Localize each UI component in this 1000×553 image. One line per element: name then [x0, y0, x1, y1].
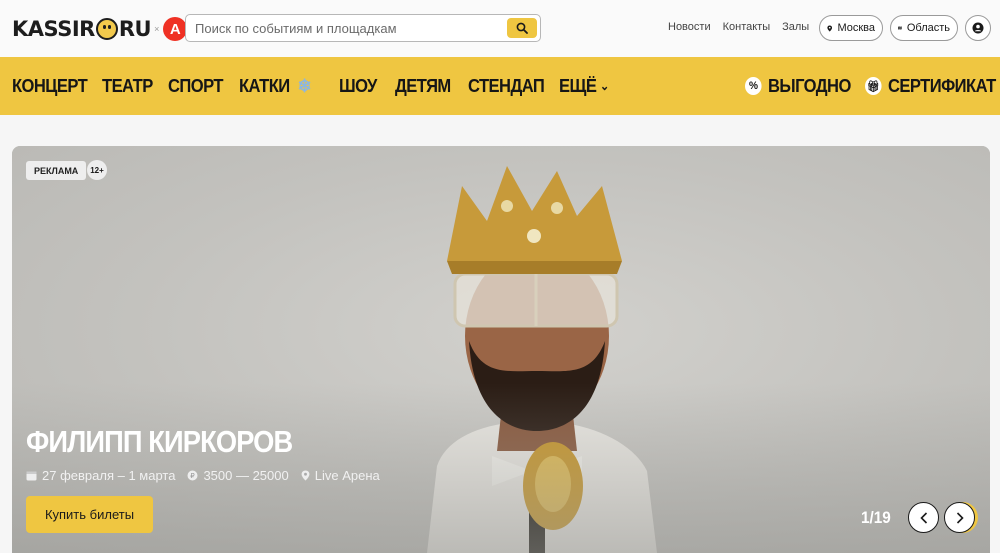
location-pin-icon	[827, 24, 833, 32]
chevron-left-icon	[919, 511, 927, 524]
nav-item-concert[interactable]: КОНЦЕРТ	[12, 57, 88, 115]
logo[interactable]: KASSIR RU × А	[12, 14, 188, 44]
nav-item-rinks[interactable]: КАТКИ ❄	[239, 57, 314, 115]
region-selector[interactable]: Область	[890, 15, 958, 41]
partner-logo: А	[163, 17, 188, 41]
logo-wordmark: KASSIR RU	[12, 17, 152, 41]
nav-item-more[interactable]: ЕЩЁ ⌄	[559, 57, 609, 115]
nav-label: ВЫГОДНО	[768, 75, 851, 96]
chevron-right-icon	[956, 511, 964, 524]
nav-label: ДЕТЯМ	[395, 75, 451, 96]
nav-item-theatre[interactable]: ТЕАТР	[102, 57, 153, 115]
snowflake-icon: ❄	[297, 75, 312, 96]
event-venue: Live Арена	[301, 468, 380, 483]
event-price: ₽ 3500 — 25000	[187, 468, 289, 483]
nav-label: КАТКИ	[239, 75, 290, 96]
nav-label: ШОУ	[339, 75, 377, 96]
search-button[interactable]	[507, 18, 537, 38]
event-meta: 27 февраля – 1 марта ₽ 3500 — 25000 Live…	[26, 468, 380, 483]
next-slide-button[interactable]	[944, 502, 975, 533]
logo-text-a: KASSIR	[12, 17, 95, 41]
link-news[interactable]: Новости	[668, 21, 711, 33]
nav-item-certificate[interactable]: 🎁︎ СЕРТИФИКАТ	[865, 57, 996, 115]
previous-slide-button[interactable]	[908, 502, 939, 533]
nav-item-standup[interactable]: СТЕНДАП	[468, 57, 545, 115]
nav-item-show[interactable]: ШОУ	[339, 57, 377, 115]
link-contacts[interactable]: Контакты	[723, 21, 771, 33]
slide-counter: 1/19	[861, 508, 891, 527]
nav-label: СПОРТ	[168, 75, 223, 96]
nav-item-kids[interactable]: ДЕТЯМ	[395, 57, 451, 115]
event-venue-text: Live Арена	[314, 468, 380, 483]
search-icon	[516, 22, 528, 34]
search-box	[185, 14, 541, 42]
nav-item-sport[interactable]: СПОРТ	[168, 57, 223, 115]
city-label: Москва	[837, 22, 875, 34]
logo-separator: ×	[154, 24, 160, 34]
percent-icon: %	[745, 77, 762, 95]
user-icon	[972, 22, 984, 34]
nav-label: ТЕАТР	[102, 75, 153, 96]
nav-label: ЕЩЁ	[559, 75, 597, 96]
event-price-text: 3500 — 25000	[203, 468, 289, 483]
link-venues[interactable]: Залы	[782, 21, 809, 33]
gift-icon: 🎁︎	[865, 77, 882, 95]
event-date: 27 февраля – 1 марта	[26, 468, 175, 483]
top-header: KASSIR RU × А Новости Контакты Залы Моск…	[0, 0, 1000, 57]
logo-smile-icon	[95, 18, 118, 40]
ad-badge: РЕКЛАМА	[26, 161, 87, 180]
calendar-icon	[26, 471, 37, 481]
location-pin-icon	[301, 470, 310, 481]
profile-button[interactable]	[965, 15, 991, 41]
nav-label: СТЕНДАП	[468, 75, 545, 96]
svg-text:₽: ₽	[191, 472, 196, 480]
event-date-text: 27 февраля – 1 марта	[42, 468, 176, 483]
hero-banner[interactable]: РЕКЛАМА 12+ ФИЛИПП КИРКОРОВ 27 февраля –…	[12, 146, 990, 553]
map-icon	[898, 26, 902, 30]
age-rating-badge: 12+	[87, 160, 107, 180]
event-title[interactable]: ФИЛИПП КИРКОРОВ	[26, 424, 293, 460]
price-icon: ₽	[187, 470, 198, 481]
logo-text-b: RU	[118, 17, 152, 41]
category-nav: КОНЦЕРТ ТЕАТР СПОРТ КАТКИ ❄ ШОУ ДЕТЯМ СТЕ…	[0, 57, 1000, 115]
nav-item-promo[interactable]: % ВЫГОДНО	[745, 57, 851, 115]
top-links: Новости Контакты Залы	[668, 21, 809, 33]
chevron-down-icon: ⌄	[600, 79, 609, 93]
buy-tickets-button[interactable]: Купить билеты	[26, 496, 153, 533]
nav-label: СЕРТИФИКАТ	[888, 75, 996, 96]
nav-label: КОНЦЕРТ	[12, 75, 88, 96]
search-input[interactable]	[186, 15, 501, 41]
region-label: Область	[906, 22, 950, 34]
city-selector[interactable]: Москва	[819, 15, 883, 41]
